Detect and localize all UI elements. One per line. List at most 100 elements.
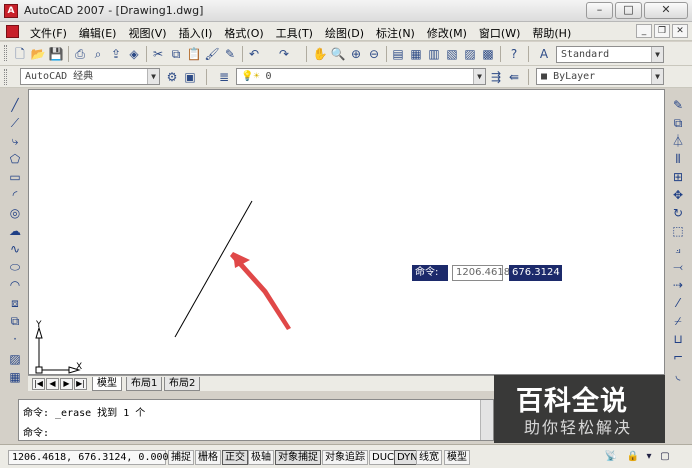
menu-draw[interactable]: 绘图(D) — [319, 25, 370, 41]
chevron-down-icon[interactable]: ▼ — [147, 69, 159, 84]
mirror-icon[interactable]: ⏃ — [670, 133, 686, 149]
revision-cloud-icon[interactable]: ☁ — [7, 223, 23, 239]
ellipse-icon[interactable]: ⬭ — [7, 259, 23, 275]
plot-icon[interactable]: ⎙ — [72, 46, 88, 62]
circle-icon[interactable]: ◎ — [7, 205, 23, 221]
layer-manager-icon[interactable]: ≣ — [216, 69, 232, 85]
osnap-toggle[interactable]: 对象捕捉 — [275, 450, 321, 465]
markup-icon[interactable]: ▨ — [462, 46, 478, 62]
lineweight-toggle[interactable]: 线宽 — [416, 450, 442, 465]
minimize-icon[interactable]: – — [586, 2, 613, 19]
tab-layout1[interactable]: 布局1 — [126, 377, 163, 391]
coordinate-readout[interactable]: 1206.4618, 676.3124, 0.0000 — [8, 450, 175, 465]
point-icon[interactable]: · — [7, 331, 23, 347]
last-tab-icon[interactable]: ▶| — [74, 378, 87, 390]
workspace-select[interactable]: AutoCAD 经典 ▼ — [20, 68, 160, 85]
join-icon[interactable]: ⊔ — [670, 331, 686, 347]
chevron-down-icon[interactable]: ▼ — [473, 69, 485, 84]
chevron-down-icon[interactable]: ▾ — [642, 450, 656, 464]
break-icon[interactable]: ⌿ — [670, 313, 686, 329]
next-tab-icon[interactable]: ▶ — [60, 378, 73, 390]
dynamic-input-x[interactable]: 1206.4618 — [452, 265, 510, 281]
polygon-icon[interactable]: ⬠ — [7, 151, 23, 167]
polar-toggle[interactable]: 极轴 — [248, 450, 274, 465]
save-workspace-icon[interactable]: ▣ — [182, 69, 198, 85]
3d-dwf-icon[interactable]: ◈ — [126, 46, 142, 62]
copy-object-icon[interactable]: ⧉ — [670, 115, 686, 131]
tab-layout2[interactable]: 布局2 — [164, 377, 201, 391]
new-file-icon[interactable]: 🗋 — [12, 46, 28, 62]
construction-line-icon[interactable]: ⟋ — [7, 115, 23, 131]
lock-icon[interactable]: 🔒 — [626, 450, 640, 464]
drawn-line[interactable] — [174, 200, 253, 338]
ellipse-arc-icon[interactable]: ◠ — [7, 277, 23, 293]
gradient-icon[interactable]: ▦ — [7, 369, 23, 385]
layer-previous-icon[interactable]: ⇚ — [506, 69, 522, 85]
calculator-icon[interactable]: ▩ — [480, 46, 496, 62]
command-window[interactable]: 命令: _erase 找到 1 个 命令: — [18, 399, 494, 441]
model-toggle[interactable]: 模型 — [444, 450, 470, 465]
dynamic-input-y[interactable]: 676.3124 — [509, 265, 562, 281]
extend-icon[interactable]: ⇢ — [670, 277, 686, 293]
drawing-area[interactable]: Y X — [28, 89, 665, 375]
undo-icon[interactable]: ↶ — [246, 46, 262, 62]
snap-toggle[interactable]: 捕捉 — [168, 450, 194, 465]
save-icon[interactable]: 💾 — [48, 46, 64, 62]
menu-edit[interactable]: 编辑(E) — [73, 25, 123, 41]
zoom-realtime-icon[interactable]: 🔍 — [330, 46, 346, 62]
polyline-icon[interactable]: ⤷ — [7, 133, 23, 149]
menu-tools[interactable]: 工具(T) — [270, 25, 319, 41]
zoom-window-icon[interactable]: ⊕ — [348, 46, 364, 62]
ortho-toggle[interactable]: 正交 — [222, 450, 248, 465]
toolbar-grip[interactable] — [4, 45, 7, 61]
color-select[interactable]: ■ ByLayer ▼ — [536, 68, 664, 85]
doc-restore-icon[interactable]: ❐ — [654, 24, 670, 38]
properties-icon[interactable]: ▤ — [390, 46, 406, 62]
publish-icon[interactable]: ⇪ — [108, 46, 124, 62]
hatch-icon[interactable]: ▨ — [7, 351, 23, 367]
menu-modify[interactable]: 修改(M) — [421, 25, 473, 41]
fillet-icon[interactable]: ◟ — [670, 367, 686, 383]
workspace-settings-icon[interactable]: ⚙ — [164, 69, 180, 85]
stretch-icon[interactable]: ⟓ — [670, 241, 686, 257]
clean-screen-icon[interactable]: ▢ — [658, 450, 672, 464]
chamfer-icon[interactable]: ⌐ — [670, 349, 686, 365]
maximize-icon[interactable]: □ — [615, 2, 642, 19]
paste-icon[interactable]: 📋 — [186, 46, 202, 62]
tool-palettes-icon[interactable]: ▥ — [426, 46, 442, 62]
previous-tab-icon[interactable]: ◀ — [46, 378, 59, 390]
copy-icon[interactable]: ⧉ — [168, 46, 184, 62]
grid-toggle[interactable]: 栅格 — [195, 450, 221, 465]
menu-view[interactable]: 视图(V) — [122, 25, 172, 41]
menu-format[interactable]: 格式(O) — [218, 25, 269, 41]
document-icon[interactable] — [6, 25, 19, 38]
communication-center-icon[interactable]: 📡 — [604, 450, 618, 464]
erase-icon[interactable]: ✎ — [670, 97, 686, 113]
arc-icon[interactable]: ◜ — [7, 187, 23, 203]
rectangle-icon[interactable]: ▭ — [7, 169, 23, 185]
close-icon[interactable]: ✕ — [644, 2, 688, 19]
rotate-icon[interactable]: ↻ — [670, 205, 686, 221]
plot-preview-icon[interactable]: ⌕ — [90, 46, 106, 62]
doc-minimize-icon[interactable]: _ — [636, 24, 652, 38]
break-at-point-icon[interactable]: ⁄ — [670, 295, 686, 311]
help-icon[interactable]: ? — [506, 46, 522, 62]
match-properties-icon[interactable]: 🖌 — [204, 46, 220, 62]
cut-icon[interactable]: ✂ — [150, 46, 166, 62]
command-scrollbar[interactable] — [480, 400, 493, 440]
chevron-down-icon[interactable]: ▼ — [651, 47, 663, 62]
line-icon[interactable]: ╱ — [7, 97, 23, 113]
tab-model[interactable]: 模型 — [92, 377, 122, 391]
block-editor-icon[interactable]: ✎ — [222, 46, 238, 62]
menu-window[interactable]: 窗口(W) — [473, 25, 526, 41]
doc-close-icon[interactable]: ✕ — [672, 24, 688, 38]
offset-icon[interactable]: ⫴ — [670, 151, 686, 167]
zoom-previous-icon[interactable]: ⊖ — [366, 46, 382, 62]
sheet-set-icon[interactable]: ▧ — [444, 46, 460, 62]
toolbar-grip[interactable] — [4, 69, 7, 85]
text-style-icon[interactable]: A — [536, 46, 552, 62]
design-center-icon[interactable]: ▦ — [408, 46, 424, 62]
trim-icon[interactable]: ⤙ — [670, 259, 686, 275]
menu-dimension[interactable]: 标注(N) — [370, 25, 421, 41]
array-icon[interactable]: ⊞ — [670, 169, 686, 185]
